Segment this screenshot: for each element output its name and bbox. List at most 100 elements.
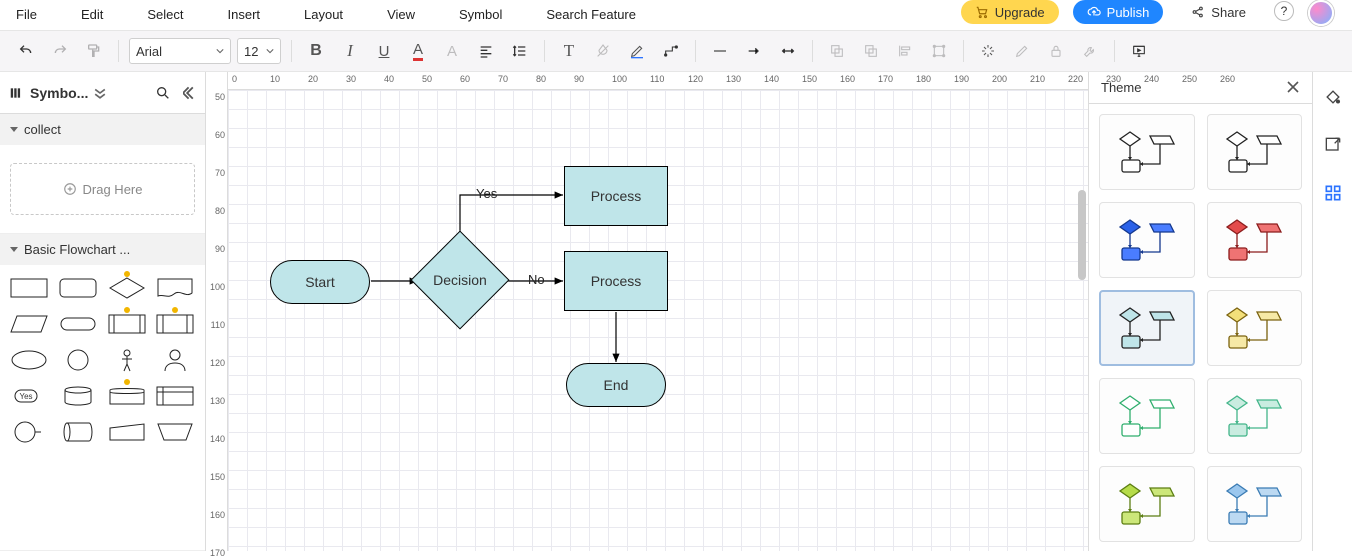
menu-file[interactable]: File bbox=[0, 0, 59, 30]
line-dash-button[interactable] bbox=[740, 37, 768, 65]
shape-connector-circle[interactable] bbox=[8, 417, 50, 447]
shape-rectangle[interactable] bbox=[8, 273, 50, 303]
lock-button[interactable] bbox=[1042, 37, 1070, 65]
effects-button[interactable] bbox=[974, 37, 1002, 65]
shape-document[interactable] bbox=[154, 273, 196, 303]
shape-internal-storage[interactable] bbox=[154, 309, 196, 339]
italic-button[interactable]: I bbox=[336, 37, 364, 65]
chevron-down-icon bbox=[216, 47, 224, 55]
menu-view[interactable]: View bbox=[365, 0, 437, 30]
vruler-tick: 80 bbox=[207, 206, 225, 216]
collect-section-header[interactable]: collect bbox=[0, 114, 205, 145]
theme-swatch-8[interactable] bbox=[1099, 466, 1195, 542]
shape-actor[interactable] bbox=[106, 345, 148, 375]
menu-insert[interactable]: Insert bbox=[206, 0, 283, 30]
shape-subprocess[interactable] bbox=[154, 381, 196, 411]
help-button[interactable]: ? bbox=[1274, 1, 1294, 21]
underline-button[interactable]: U bbox=[370, 37, 398, 65]
undo-button[interactable] bbox=[12, 37, 40, 65]
shape-rounded-rect[interactable] bbox=[57, 273, 99, 303]
menu-select[interactable]: Select bbox=[125, 0, 205, 30]
node-start[interactable]: Start bbox=[270, 260, 370, 304]
theme-swatch-1[interactable] bbox=[1207, 114, 1303, 190]
avatar[interactable] bbox=[1308, 0, 1334, 26]
search-icon[interactable] bbox=[155, 85, 171, 101]
format-painter-button[interactable] bbox=[80, 37, 108, 65]
apps-button[interactable] bbox=[1322, 182, 1344, 204]
send-back-button[interactable] bbox=[857, 37, 885, 65]
edit-icon bbox=[1014, 42, 1030, 60]
shape-cylinder-side[interactable] bbox=[57, 417, 99, 447]
hruler-tick: 80 bbox=[536, 74, 546, 84]
font-size-combo[interactable]: 12 bbox=[237, 38, 281, 64]
shape-database[interactable] bbox=[57, 381, 99, 411]
no-fill-button[interactable] bbox=[589, 37, 617, 65]
tools-button[interactable] bbox=[1076, 37, 1104, 65]
arrow-style-button[interactable] bbox=[774, 37, 802, 65]
menu-search-feature[interactable]: Search Feature bbox=[524, 0, 658, 30]
chevron-down-icon bbox=[266, 47, 274, 55]
collapse-icon[interactable] bbox=[183, 86, 197, 100]
theme-swatch-6[interactable] bbox=[1099, 378, 1195, 454]
hruler-tick: 60 bbox=[460, 74, 470, 84]
theme-swatch-5[interactable] bbox=[1207, 290, 1303, 366]
menu-symbol[interactable]: Symbol bbox=[437, 0, 524, 30]
align-button[interactable] bbox=[472, 37, 500, 65]
caret-down-icon bbox=[10, 127, 18, 132]
menu-layout[interactable]: Layout bbox=[282, 0, 365, 30]
shape-manual-op[interactable] bbox=[154, 417, 196, 447]
shape-parallelogram[interactable] bbox=[8, 309, 50, 339]
highlight-button[interactable]: A bbox=[438, 37, 466, 65]
fill-bucket-button[interactable] bbox=[1322, 86, 1344, 108]
theme-swatch-4[interactable] bbox=[1099, 290, 1195, 366]
menu-edit[interactable]: Edit bbox=[59, 0, 125, 30]
publish-button[interactable]: Publish bbox=[1073, 0, 1164, 24]
theme-swatch-2[interactable] bbox=[1099, 202, 1195, 278]
connector-style-button[interactable] bbox=[657, 37, 685, 65]
publish-label: Publish bbox=[1107, 5, 1150, 20]
node-process-2[interactable]: Process bbox=[564, 251, 668, 311]
close-icon[interactable] bbox=[1286, 80, 1300, 94]
shape-diamond[interactable] bbox=[106, 273, 148, 303]
line-spacing-button[interactable] bbox=[506, 37, 534, 65]
share-button[interactable]: Share bbox=[1177, 0, 1260, 24]
redo-button[interactable] bbox=[46, 37, 74, 65]
theme-swatch-3[interactable] bbox=[1207, 202, 1303, 278]
theme-swatch-7[interactable] bbox=[1207, 378, 1303, 454]
node-end[interactable]: End bbox=[566, 363, 666, 407]
node-decision[interactable]: Decision bbox=[418, 250, 502, 310]
basic-flowchart-section-header[interactable]: Basic Flowchart ... bbox=[0, 234, 205, 265]
shape-user[interactable] bbox=[154, 345, 196, 375]
shape-manual-input[interactable] bbox=[106, 417, 148, 447]
shape-card[interactable] bbox=[106, 381, 148, 411]
canvas-scrollbar[interactable] bbox=[1078, 190, 1086, 280]
upgrade-label: Upgrade bbox=[995, 5, 1045, 20]
line-color-button[interactable] bbox=[623, 37, 651, 65]
canvas[interactable]: Start Decision Process Process End Yes N… bbox=[228, 90, 1088, 551]
theme-swatch-0[interactable] bbox=[1099, 114, 1195, 190]
shape-ellipse[interactable] bbox=[8, 345, 50, 375]
line-weight-button[interactable] bbox=[706, 37, 734, 65]
undo-icon bbox=[18, 42, 34, 60]
font-family-combo[interactable]: Arial bbox=[129, 38, 231, 64]
shape-terminator[interactable] bbox=[57, 309, 99, 339]
cloud-up-icon bbox=[1087, 5, 1101, 19]
drag-here-zone[interactable]: Drag Here bbox=[10, 163, 195, 215]
bold-button[interactable]: B bbox=[302, 37, 330, 65]
presentation-button[interactable] bbox=[1125, 37, 1153, 65]
group-button[interactable] bbox=[925, 37, 953, 65]
edit-lock-button[interactable] bbox=[1008, 37, 1036, 65]
theme-swatch-9[interactable] bbox=[1207, 466, 1303, 542]
shape-circle[interactable] bbox=[57, 345, 99, 375]
align-objects-button[interactable] bbox=[891, 37, 919, 65]
font-color-button[interactable]: A bbox=[404, 37, 432, 65]
shape-predefined[interactable] bbox=[106, 309, 148, 339]
text-tool-button[interactable]: T bbox=[555, 37, 583, 65]
shape-annotation[interactable]: Yes bbox=[8, 381, 50, 411]
double-chevron-down-icon[interactable] bbox=[94, 87, 106, 99]
bring-front-button[interactable] bbox=[823, 37, 851, 65]
node-process-1[interactable]: Process bbox=[564, 166, 668, 226]
library-icon bbox=[8, 86, 24, 100]
export-button[interactable] bbox=[1322, 134, 1344, 156]
upgrade-button[interactable]: Upgrade bbox=[961, 0, 1059, 24]
